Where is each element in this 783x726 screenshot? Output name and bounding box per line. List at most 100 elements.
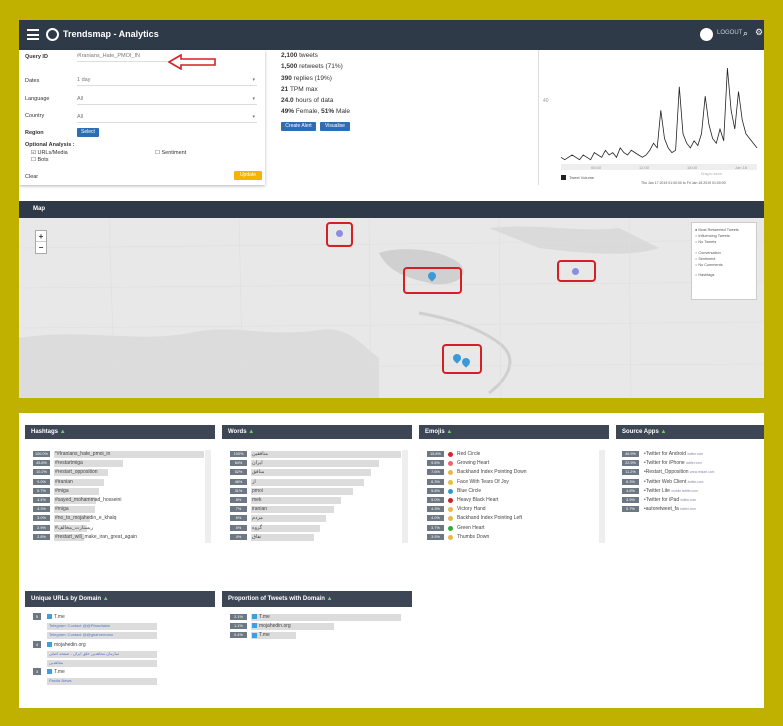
map-view[interactable] — [19, 218, 764, 398]
source-app-row[interactable]: 0.7% •autoretweet_fa twitter.com — [622, 505, 762, 514]
url-link[interactable]: Telegram: Contact @@Pfanzilalon — [49, 623, 110, 628]
emoji-row[interactable]: 4.0% Backhand Index Pointing Left — [427, 514, 605, 523]
scrollbar[interactable] — [599, 450, 605, 543]
hours-stat: 24.0 hours of data — [281, 97, 334, 105]
source-app-row[interactable]: 46.9% •Twitter for Android twitter.com — [622, 450, 762, 459]
map-legend-item[interactable]: ○ Hashtags — [695, 272, 753, 278]
map-legend-item[interactable]: ○ No Tweets — [695, 239, 753, 245]
top-bar: Trendsmap - Analytics LOGOUT ⌕ ⚙ — [19, 20, 764, 50]
list-row[interactable]: 3.0% #no_to_mojahedin_e_khalq — [33, 514, 211, 523]
scrollbar[interactable] — [402, 450, 408, 543]
emoji-row[interactable]: 3.5% Thumbs Down — [427, 533, 605, 542]
emoji-row[interactable]: 3.7% Green Heart — [427, 524, 605, 533]
url-count-badge: 4 — [33, 640, 41, 648]
domain-row[interactable]: 2.1% T.me — [230, 613, 410, 622]
emoji-row[interactable]: 6.3% Face With Tears Of Joy — [427, 478, 605, 487]
sentiment-checkbox[interactable]: ☐ Sentiment — [155, 150, 186, 156]
map-legend-item[interactable]: ○ No Comments — [695, 262, 753, 268]
zoom-out-button[interactable]: − — [36, 242, 46, 253]
domain-row[interactable]: 0.4% T.me — [230, 631, 410, 640]
zoom-in-button[interactable]: + — [36, 231, 46, 242]
create-alert-button[interactable]: Create Alert — [281, 122, 316, 131]
logout-link[interactable]: LOGOUT — [717, 30, 742, 36]
sort-up-icon[interactable]: ▲ — [327, 596, 333, 602]
url-link-row[interactable]: مجاهدین — [33, 659, 213, 668]
sort-up-icon[interactable]: ▲ — [60, 429, 66, 435]
bots-checkbox[interactable]: ☐ Bots — [31, 157, 48, 163]
url-link[interactable]: Telegram: Contact @@ghahremanu — [49, 632, 113, 637]
source-app-row[interactable]: 4.8% •Twitter Lite mobile.twitter.com — [622, 487, 762, 496]
menu-icon[interactable] — [27, 29, 39, 40]
urls-checkbox[interactable]: ☑ URLs/Media — [31, 150, 68, 156]
url-domain-row[interactable]: 5 T.me — [33, 613, 213, 622]
list-row[interactable]: 52% منافق — [230, 468, 408, 477]
domain-row[interactable]: 1.1% mojahedin.org — [230, 622, 410, 631]
scrollbar[interactable] — [205, 450, 211, 543]
emoji-row[interactable]: 15.8% Red Circle — [427, 450, 605, 459]
source-app-row[interactable]: 6.3% •Twitter Web Client twitter.com — [622, 478, 762, 487]
list-row[interactable]: 4.3% #miga — [33, 505, 211, 514]
list-row[interactable]: 100.0% *#Iranians_hate_pmoi_in — [33, 450, 211, 459]
percent-badge: 3.0% — [33, 515, 50, 522]
sort-up-icon[interactable]: ▲ — [446, 429, 452, 435]
emoji-icon — [448, 534, 453, 540]
list-row[interactable]: 6% مردم — [230, 514, 408, 523]
url-link-row[interactable]: سازمان مجاهدین خلق ایران - صفحه اصلی — [33, 650, 213, 659]
percent-badge: 4.8% — [622, 487, 639, 494]
source-app-row[interactable]: 22.9% •Twitter for iPhone twitter.com — [622, 459, 762, 468]
source-app-label: •Restart_Opposition www.restart.com — [644, 469, 715, 476]
list-row[interactable]: 100% منافقین — [230, 450, 408, 459]
emoji-row[interactable]: 5.8% Blue Circle — [427, 487, 605, 496]
sort-up-icon[interactable]: ▲ — [248, 429, 254, 435]
globe-icon[interactable] — [700, 28, 713, 41]
source-app-row[interactable]: 11.2% •Restart_Opposition www.restart.com — [622, 468, 762, 477]
domain-label: mojahedin.org — [252, 623, 291, 629]
emoji-row[interactable]: 4.3% Victory Hand — [427, 505, 605, 514]
emoji-row[interactable]: 9.8% Growing Heart — [427, 459, 605, 468]
emoji-icon — [448, 488, 453, 494]
list-row[interactable]: 2.8% #restart_will_make_iran_great_again — [33, 533, 211, 542]
list-row[interactable]: 8% mek — [230, 496, 408, 505]
list-row[interactable]: 4% نفاق — [230, 533, 408, 542]
update-button[interactable]: Update — [234, 171, 262, 180]
region-select-button[interactable]: Select — [77, 128, 99, 137]
list-row[interactable]: 5.7% #miga — [33, 487, 211, 496]
sort-up-icon[interactable]: ▲ — [660, 429, 666, 435]
row-label: mek — [252, 496, 262, 503]
clear-link[interactable]: Clear — [25, 174, 38, 180]
list-row[interactable]: 9.0% #iranian — [33, 478, 211, 487]
domains-header: Proportion of Tweets with Domain ▲ — [222, 591, 412, 607]
list-row[interactable]: 4.4% #sayed_mohammad_hosseini — [33, 496, 211, 505]
language-select[interactable]: All ▾ — [77, 96, 257, 105]
dates-select[interactable]: 1 day ▾ — [77, 77, 257, 86]
url-domain-row[interactable]: 4 mojahedin.org — [33, 640, 213, 650]
list-row[interactable]: 2.9% #ریستارت_مخالف — [33, 524, 211, 533]
emoji-row[interactable]: 5.0% Heavy Black Heart — [427, 496, 605, 505]
list-row[interactable]: 46% از — [230, 478, 408, 487]
list-row[interactable]: 64% ایران — [230, 459, 408, 468]
list-row[interactable]: 7% iranian — [230, 505, 408, 514]
url-domain-row[interactable]: 3 T.me — [33, 668, 213, 677]
list-row[interactable]: 10.2% #restart_opposition — [33, 468, 211, 477]
country-select[interactable]: All ▾ — [77, 114, 257, 123]
visualise-button[interactable]: Visualise — [320, 122, 350, 131]
url-link[interactable]: Pardis News — [49, 678, 71, 683]
dates-label: Dates — [25, 78, 40, 84]
url-link[interactable]: مجاهدین — [49, 660, 63, 665]
list-row[interactable]: 31% pmoi — [230, 487, 408, 496]
url-link-row[interactable]: Telegram: Contact @@Pfanzilalon — [33, 622, 213, 631]
url-link[interactable]: سازمان مجاهدین خلق ایران - صفحه اصلی — [49, 651, 119, 656]
sort-up-icon[interactable]: ▲ — [103, 596, 109, 602]
list-row[interactable]: 5% گروه — [230, 524, 408, 533]
value-bar — [251, 487, 353, 495]
emoji-row[interactable]: 7.6% Backhand Index Pointing Down — [427, 468, 605, 477]
search-icon[interactable]: ⌕ — [743, 28, 748, 39]
settings-icon[interactable]: ⚙ — [755, 27, 763, 38]
tweet-volume-svg[interactable]: 40 06:00 12:00 18:00 Jan 18 Tweet Volume Thu J… — [539, 50, 764, 185]
url-link-row[interactable]: Telegram: Contact @@ghahremanu — [33, 631, 213, 640]
query-input[interactable]: #Iranians_Hate_PMOI_IN — [77, 53, 167, 62]
source-app-row[interactable]: 3.9% •Twitter for iPad twitter.com — [622, 496, 762, 505]
list-row[interactable]: 45.8% #restartmiga — [33, 459, 211, 468]
url-link-row[interactable]: Pardis News — [33, 677, 213, 686]
percent-badge: 3.9% — [622, 496, 639, 503]
